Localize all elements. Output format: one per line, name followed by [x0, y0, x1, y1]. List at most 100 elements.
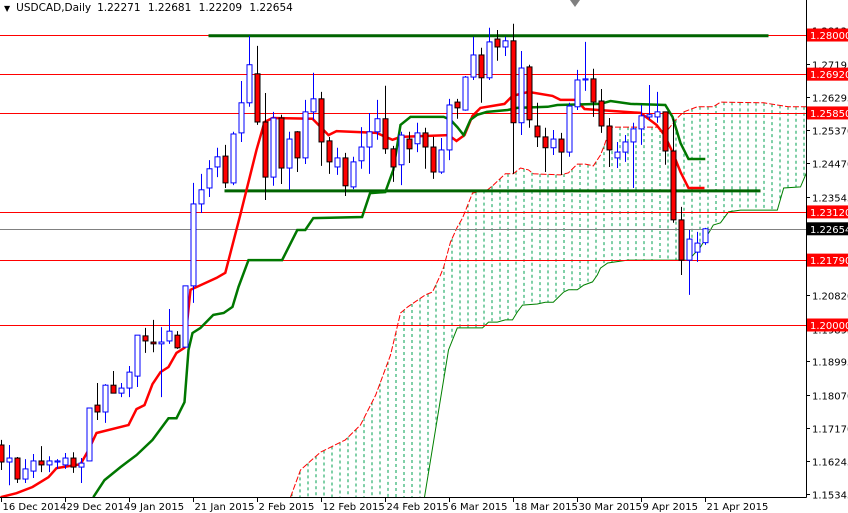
candle-body [318, 98, 325, 143]
candle-body [478, 54, 485, 79]
bearish-candle [542, 127, 549, 173]
ohlc-open: 1.22271 [97, 2, 141, 14]
candle-body [206, 168, 213, 189]
symbol-label: USDCAD,Daily [16, 2, 92, 14]
candle-body [358, 146, 365, 162]
time-tick-label: 9 Apr 2015 [643, 502, 698, 513]
bearish-candle [70, 452, 77, 473]
bullish-candle [550, 129, 557, 155]
candle-body [702, 228, 709, 244]
candle-body [390, 148, 397, 168]
candle-body [510, 40, 517, 124]
bearish-candle [150, 319, 157, 353]
candle-body [614, 151, 621, 159]
time-tick-label: 6 Mar 2015 [451, 502, 508, 513]
price-tick-label: 1.15345 [812, 491, 848, 502]
senkou-span-b-line [424, 167, 809, 498]
bearish-candle [422, 127, 429, 169]
candle-body [550, 138, 557, 149]
candle-body [14, 457, 21, 480]
candle-body [670, 150, 677, 221]
bearish-candle [662, 111, 669, 165]
ohlc-high: 1.22681 [147, 2, 192, 14]
bearish-candle [670, 118, 677, 223]
candle-body [102, 384, 109, 413]
bullish-candle [566, 102, 573, 157]
bearish-candle [278, 114, 285, 184]
candle-body [38, 460, 45, 466]
candle-body [30, 460, 37, 472]
candle-body [694, 242, 701, 253]
bullish-candle [574, 69, 581, 111]
chart-header: ▼ USDCAD,Daily 1.22271 1.22681 1.22209 1… [4, 2, 297, 14]
time-tick-label: 9 Jan 2015 [131, 502, 185, 513]
bearish-candle [254, 45, 261, 125]
level-price-label: 1.21790 [810, 256, 848, 267]
price-tick-label: 1.24470 [812, 160, 848, 171]
candle-body [246, 64, 253, 104]
candle-body [654, 111, 661, 118]
candle-body [222, 155, 229, 184]
bearish-candle [326, 136, 333, 174]
candle-body [78, 462, 85, 468]
bearish-candle [94, 382, 101, 420]
candle-body [582, 78, 589, 81]
candle-body [622, 141, 629, 153]
candle-body [606, 125, 613, 151]
candle-body [630, 128, 637, 143]
price-tick-label: 1.20820 [812, 292, 848, 303]
candle-body [214, 156, 221, 168]
bearish-candle [598, 89, 605, 133]
candle-body [462, 76, 469, 111]
bullish-candle [190, 182, 197, 303]
candle-body [446, 104, 453, 151]
bullish-candle [646, 85, 653, 120]
bullish-candle [446, 98, 453, 161]
bullish-candle [182, 285, 189, 348]
bearish-candle [222, 144, 229, 188]
bearish-candle [454, 98, 461, 119]
bearish-candle [142, 327, 149, 353]
candle-body [254, 73, 261, 123]
bearish-candle [558, 132, 565, 175]
candle-body [22, 468, 29, 480]
bearish-candle [606, 118, 613, 167]
bullish-candle [302, 99, 309, 165]
price-chart[interactable]: 1.281301.271951.262951.253701.244701.235… [0, 0, 848, 513]
candle-body [190, 203, 197, 287]
bullish-candle [286, 131, 293, 190]
candle-body [382, 118, 389, 150]
bullish-candle [518, 50, 525, 136]
price-tick-label: 1.26295 [812, 94, 848, 105]
bullish-candle [470, 36, 477, 80]
candle-body [398, 134, 405, 166]
level-price-label: 1.26920 [810, 70, 848, 81]
candle-body [262, 121, 269, 178]
price-axis[interactable]: 1.281301.271951.262951.253701.244701.235… [806, 27, 848, 502]
ohlc-low: 1.22209 [198, 2, 243, 14]
collapse-triangle-icon[interactable]: ▼ [4, 4, 10, 13]
bearish-candle [38, 446, 45, 473]
candle-body [278, 117, 285, 169]
candle-body [646, 114, 653, 118]
candle-body [174, 334, 181, 349]
ichimoku-cloud [290, 101, 809, 498]
bullish-candle [414, 122, 421, 153]
candle-body [46, 460, 53, 466]
candle-body [70, 457, 77, 468]
bullish-candle [630, 122, 637, 188]
bullish-candle [22, 459, 29, 484]
candle-body [374, 118, 381, 133]
bullish-candle [350, 156, 357, 190]
time-tick-label: 21 Apr 2015 [707, 502, 769, 513]
bearish-candle [174, 331, 181, 349]
bullish-candle [134, 334, 141, 387]
candle-body [422, 132, 429, 148]
price-tick-label: 1.18995 [812, 358, 848, 369]
chart-shift-marker-icon[interactable] [570, 0, 580, 7]
candle-body [526, 66, 533, 121]
time-tick-label: 16 Dec 2014 [3, 502, 67, 513]
level-price-label: 1.28000 [810, 31, 848, 42]
candles [0, 23, 709, 486]
candle-body [590, 78, 597, 103]
